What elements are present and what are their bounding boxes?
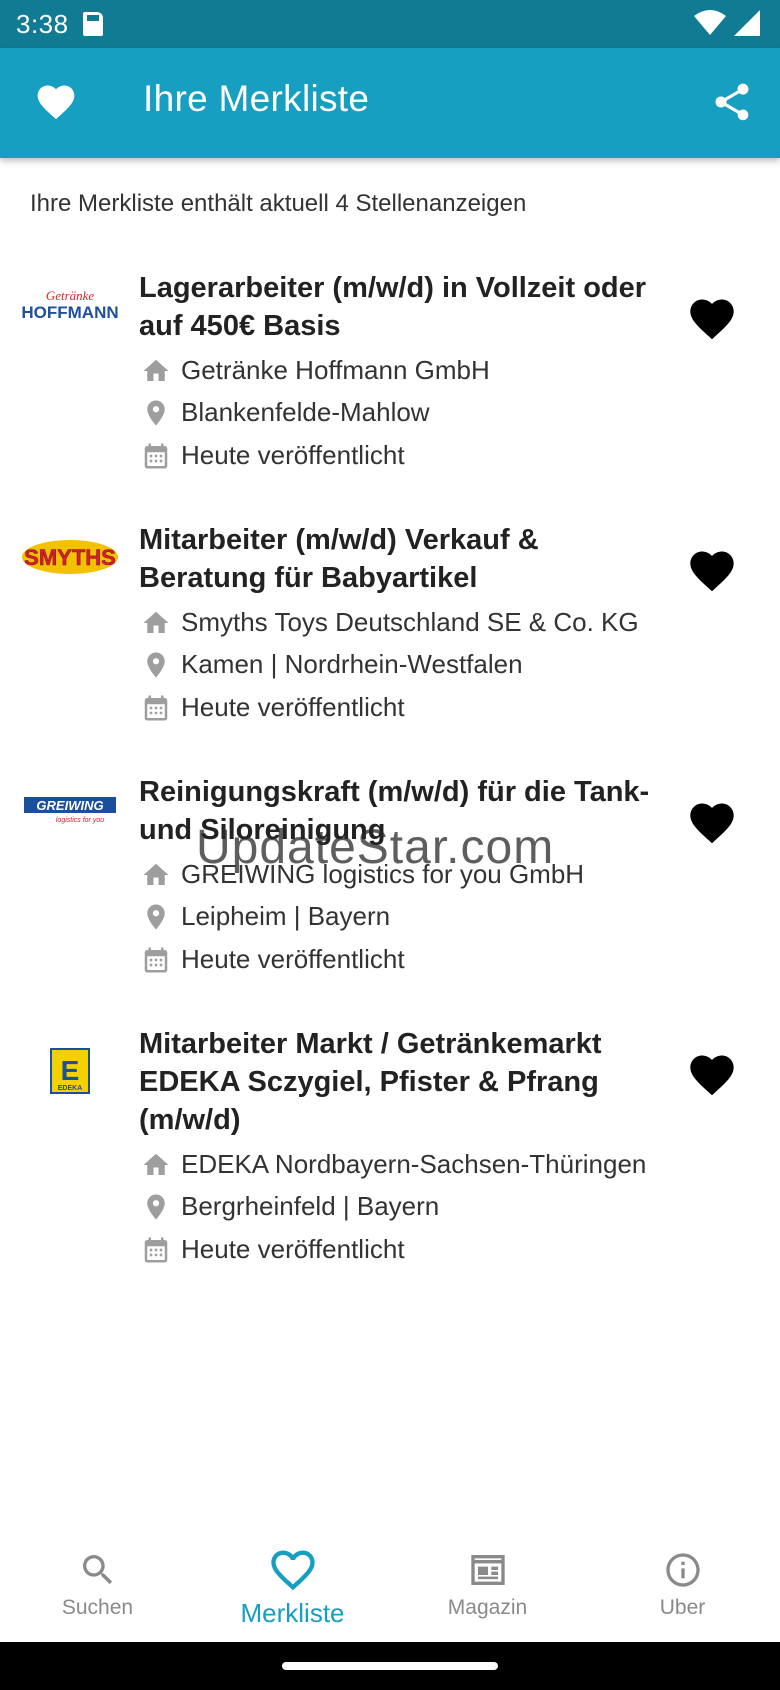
job-item[interactable]: Getränke HOFFMANN Lagerarbeiter (m/w/d) …	[0, 255, 780, 507]
share-icon[interactable]	[710, 80, 754, 124]
wifi-icon	[694, 10, 726, 35]
favorite-heart-icon[interactable]	[686, 545, 738, 597]
app-bar: Ihre Merkliste	[0, 48, 780, 158]
search-icon	[82, 1555, 112, 1585]
company-logo: GREIWING logistics for you	[20, 789, 120, 829]
location-row: Bergrheinfeld | Bayern	[141, 1191, 439, 1222]
company-row: EDEKA Nordbayern-Sachsen-Thüringen	[141, 1149, 646, 1180]
published-row: Heute veröffentlicht	[141, 692, 405, 723]
job-title[interactable]: Lagerarbeiter (m/w/d) in Vollzeit oder a…	[139, 269, 659, 345]
location-text: Blankenfelde-Mahlow	[181, 397, 430, 427]
location-text: Leipheim | Bayern	[181, 901, 391, 931]
home-icon	[141, 1150, 171, 1180]
location-pin-icon	[141, 398, 171, 428]
status-bar: 3:38	[0, 0, 780, 48]
svg-text:HOFFMANN: HOFFMANN	[22, 303, 118, 322]
favorite-heart-icon[interactable]	[686, 293, 738, 345]
home-gesture-handle[interactable]	[282, 1662, 498, 1670]
location-text: Bergrheinfeld | Bayern	[181, 1191, 440, 1221]
bottom-nav: Suchen Merkliste Magazin Uber	[0, 1530, 780, 1642]
company-name: Smyths Toys Deutschland SE & Co. KG	[181, 607, 639, 637]
nav-label: Uber	[659, 1596, 706, 1619]
location-text: Kamen | Nordrhein-Westfalen	[181, 649, 523, 679]
status-time: 3:38	[16, 8, 69, 39]
job-title[interactable]: Mitarbeiter Markt / Getränkemarkt EDEKA …	[139, 1025, 659, 1139]
nav-item-suchen[interactable]: Suchen	[0, 1530, 195, 1642]
svg-text:EDEKA: EDEKA	[58, 1085, 83, 1092]
calendar-icon	[141, 1235, 171, 1265]
location-row: Kamen | Nordrhein-Westfalen	[141, 649, 523, 680]
nav-label: Magazin	[447, 1596, 528, 1619]
location-pin-icon	[141, 650, 171, 680]
published-text: Heute veröffentlicht	[181, 1234, 405, 1264]
location-pin-icon	[141, 1192, 171, 1222]
heart-icon[interactable]	[34, 80, 78, 124]
location-row: Leipheim | Bayern	[141, 901, 390, 932]
published-row: Heute veröffentlicht	[141, 944, 405, 975]
home-icon	[141, 860, 171, 890]
nav-label: Merkliste	[240, 1598, 345, 1628]
job-item[interactable]: GREIWING logistics for you Reinigungskra…	[0, 759, 780, 1011]
job-title[interactable]: Reinigungskraft (m/w/d) für die Tank- un…	[139, 773, 659, 849]
company-row: Getränke Hoffmann GmbH	[141, 355, 490, 386]
signal-icon	[734, 10, 760, 36]
system-gesture-bar	[0, 1642, 780, 1690]
company-name: Getränke Hoffmann GmbH	[181, 355, 490, 385]
svg-text:Getränke: Getränke	[46, 288, 95, 303]
published-text: Heute veröffentlicht	[181, 440, 405, 470]
calendar-icon	[141, 945, 171, 975]
published-text: Heute veröffentlicht	[181, 692, 405, 722]
company-row: GREIWING logistics for you GmbH	[141, 859, 584, 890]
job-item[interactable]: E EDEKA Mitarbeiter Markt / Getränkemark…	[0, 1011, 780, 1301]
sd-card-icon	[82, 12, 103, 36]
published-text: Heute veröffentlicht	[181, 944, 405, 974]
location-pin-icon	[141, 902, 171, 932]
company-name: EDEKA Nordbayern-Sachsen-Thüringen	[181, 1149, 647, 1179]
published-row: Heute veröffentlicht	[141, 440, 405, 471]
company-logo: SMYTHS	[20, 537, 120, 577]
newspaper-icon	[470, 1555, 505, 1585]
home-icon	[141, 608, 171, 638]
svg-text:E: E	[61, 1055, 80, 1086]
page-title: Ihre Merkliste	[143, 78, 370, 119]
job-title[interactable]: Mitarbeiter (m/w/d) Verkauf & Beratung f…	[139, 521, 659, 597]
published-row: Heute veröffentlicht	[141, 1234, 405, 1265]
company-name: GREIWING logistics for you GmbH	[181, 859, 585, 889]
company-logo: Getränke HOFFMANN	[20, 285, 120, 325]
svg-text:logistics for you: logistics for you	[56, 817, 104, 824]
favorite-heart-icon[interactable]	[686, 1049, 738, 1101]
svg-text:SMYTHS: SMYTHS	[24, 545, 116, 570]
nav-item-merkliste[interactable]: Merkliste	[195, 1530, 390, 1642]
calendar-icon	[141, 441, 171, 471]
status-indicators	[694, 10, 760, 36]
home-icon	[141, 356, 171, 386]
nav-label: Suchen	[61, 1596, 134, 1619]
calendar-icon	[141, 693, 171, 723]
job-item[interactable]: SMYTHS Mitarbeiter (m/w/d) Verkauf & Ber…	[0, 507, 780, 759]
info-icon	[665, 1553, 700, 1587]
nav-item-magazin[interactable]: Magazin	[390, 1530, 585, 1642]
job-list: Getränke HOFFMANN Lagerarbeiter (m/w/d) …	[0, 255, 780, 1301]
favorite-heart-icon[interactable]	[686, 797, 738, 849]
svg-text:GREIWING: GREIWING	[36, 798, 103, 813]
favorites-count-text: Ihre Merkliste enthält aktuell 4 Stellen…	[30, 190, 527, 217]
company-row: Smyths Toys Deutschland SE & Co. KG	[141, 607, 639, 638]
heart-outline-icon	[270, 1550, 315, 1591]
company-logo: E EDEKA	[20, 1048, 120, 1094]
nav-item-uber[interactable]: Uber	[585, 1530, 780, 1642]
location-row: Blankenfelde-Mahlow	[141, 397, 430, 428]
